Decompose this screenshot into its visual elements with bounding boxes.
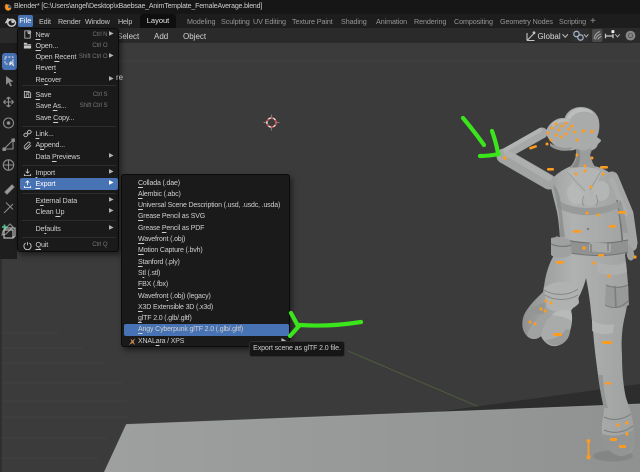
svg-text:Global: Global <box>538 32 561 41</box>
